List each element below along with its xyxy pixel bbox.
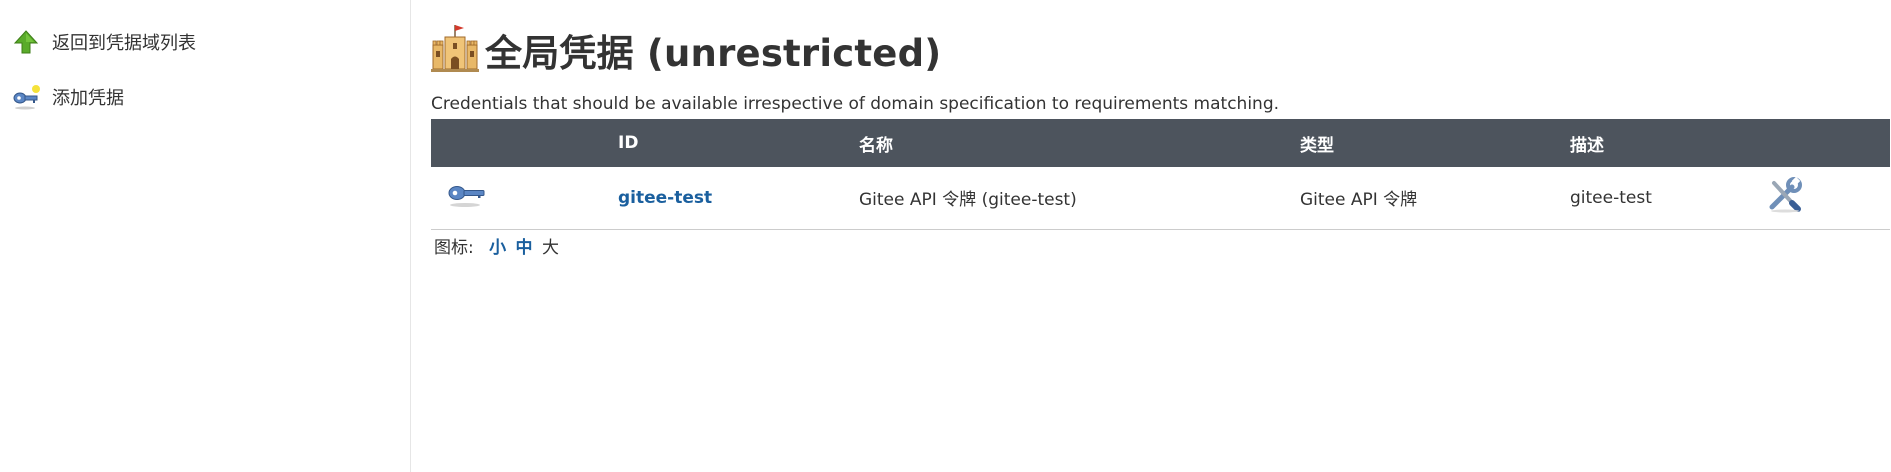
header-name[interactable]: 名称 [859, 119, 1300, 167]
credentials-page: 返回到凭据域列表 添加凭据 全局凭据 (unrestricted) Creden… [0, 0, 1891, 472]
icon-size-small-link[interactable]: 小 [489, 238, 506, 258]
credential-id-link[interactable]: gitee-test [618, 188, 712, 208]
page-title-text: 全局凭据 (unrestricted) [485, 32, 942, 75]
key-icon [447, 186, 487, 214]
credential-type-cell: Gitee API 令牌 [1300, 190, 1418, 211]
credential-id-cell: gitee-test [618, 167, 859, 229]
page-title: 全局凭据 (unrestricted) [431, 22, 941, 78]
castle-icon [431, 23, 479, 77]
header-type[interactable]: 类型 [1300, 119, 1570, 167]
table-header-row: ID 名称 类型 描述 [431, 119, 1890, 167]
sidebar-item-back-to-domains[interactable]: 返回到凭据域列表 [12, 27, 196, 57]
icon-size-large-current: 大 [541, 238, 559, 258]
main-content: 全局凭据 (unrestricted) Credentials that sho… [431, 0, 1891, 472]
credentials-table: ID 名称 类型 描述 gitee-test Gitee API 令牌 (git… [431, 119, 1890, 230]
sidebar-item-add-credentials[interactable]: 添加凭据 [12, 82, 124, 112]
table-row: gitee-test Gitee API 令牌 (gitee-test) Git… [431, 167, 1890, 229]
credential-key-icon-cell [431, 167, 618, 229]
credential-description-cell: gitee-test [1570, 187, 1652, 208]
header-actions [1766, 119, 1890, 167]
header-description[interactable]: 描述 [1570, 119, 1766, 167]
icon-size-selector: 图标: 小 中 大 [434, 233, 559, 258]
configure-tools-icon[interactable] [1766, 177, 1804, 218]
credential-name-cell: Gitee API 令牌 (gitee-test) [859, 190, 1077, 211]
header-id[interactable]: ID [618, 119, 859, 167]
up-arrow-icon [12, 28, 40, 56]
credential-actions-cell [1766, 167, 1890, 229]
header-icon-col [431, 119, 618, 167]
icon-size-medium-link[interactable]: 中 [516, 238, 533, 258]
page-description: Credentials that should be available irr… [431, 94, 1280, 114]
sidebar: 返回到凭据域列表 添加凭据 [0, 0, 411, 472]
sidebar-item-label: 添加凭据 [52, 88, 124, 109]
sidebar-item-label: 返回到凭据域列表 [52, 33, 196, 54]
icon-size-label: 图标: [434, 238, 474, 258]
key-add-icon [12, 83, 40, 111]
